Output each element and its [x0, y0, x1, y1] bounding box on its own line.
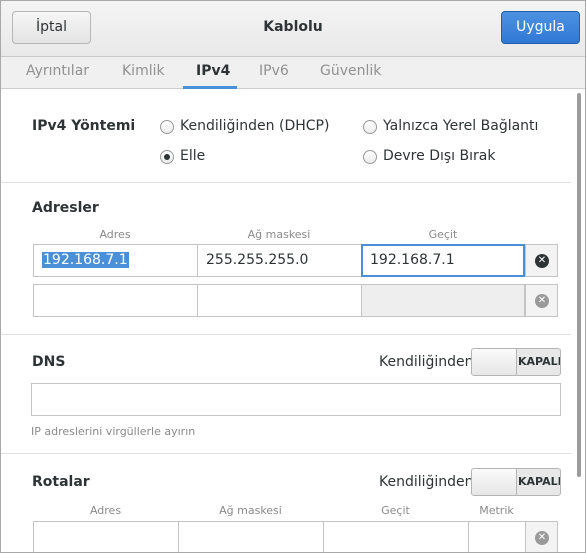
ipv4-method-label: IPv4 Yöntemi [32, 118, 136, 134]
addresses-label: Adresler [32, 200, 99, 216]
section-divider [1, 453, 571, 454]
radio-selected-dot [164, 154, 170, 160]
routes-switch-state: KAPALI [518, 475, 561, 488]
connection-dialog: İptal Kablolu Uygula Ayrıntılar Kimlik I… [0, 0, 586, 553]
dns-servers-input[interactable] [31, 383, 561, 416]
ipv4-settings-panel: IPv4 Yöntemi Kendiliğinden (DHCP) Yalnız… [1, 89, 585, 552]
tab-security[interactable]: Güvenlik [320, 63, 381, 79]
gateway-field-2[interactable] [361, 284, 525, 317]
dialog-title: Kablolu [263, 19, 323, 35]
switch-knob [472, 349, 517, 375]
tab-bar: Ayrıntılar Kimlik IPv4 IPv6 Güvenlik [1, 57, 585, 89]
route-gateway-column-header: Geçit [381, 504, 410, 517]
apply-button[interactable]: Uygula [501, 11, 580, 44]
route-netmask-field[interactable] [178, 521, 324, 552]
radio-manual[interactable] [160, 150, 174, 164]
radio-disabled-label[interactable]: Devre Dışı Bırak [383, 148, 495, 164]
route-netmask-column-header: Ağ maskesi [219, 504, 282, 517]
route-address-column-header: Adres [89, 504, 122, 517]
dns-label: DNS [32, 354, 66, 370]
header-bar: İptal Kablolu Uygula [1, 1, 585, 57]
clear-icon: ✕ [535, 531, 549, 545]
delete-address-2-button[interactable]: ✕ [525, 284, 558, 317]
delete-address-1-button[interactable]: ✕ [525, 244, 558, 277]
netmask-column-header: Ağ maskesi [247, 228, 311, 241]
netmask-field-1[interactable]: 255.255.255.0 [197, 244, 362, 277]
dns-switch-state: KAPALI [518, 355, 561, 368]
address-column-header: Adres [99, 228, 131, 241]
dns-auto-label: Kendiliğinden [379, 354, 474, 370]
address-field-2[interactable] [33, 284, 198, 317]
gateway-field-1[interactable]: 192.168.7.1 [361, 244, 525, 277]
dns-hint: IP adreslerini virgüllerle ayırın [31, 425, 196, 438]
netmask-field-2[interactable] [197, 284, 362, 317]
route-metric-column-header: Metrik [479, 504, 514, 517]
vertical-scrollbar[interactable] [577, 93, 581, 477]
tab-details[interactable]: Ayrıntılar [26, 63, 89, 79]
section-divider [1, 182, 571, 183]
section-divider [1, 334, 571, 335]
tab-ipv4[interactable]: IPv4 [196, 63, 230, 79]
routes-auto-label: Kendiliğinden [379, 474, 474, 490]
radio-dhcp-label[interactable]: Kendiliğinden (DHCP) [180, 118, 329, 134]
radio-dhcp[interactable] [160, 120, 174, 134]
address-field-1-value: 192.168.7.1 [42, 252, 129, 268]
routes-label: Rotalar [32, 474, 90, 490]
radio-disabled[interactable] [363, 150, 377, 164]
route-metric-field[interactable] [468, 521, 526, 552]
delete-route-button[interactable]: ✕ [525, 521, 558, 552]
route-address-field[interactable] [33, 521, 179, 552]
dns-auto-switch[interactable]: KAPALI [471, 348, 561, 376]
clear-icon: ✕ [535, 294, 549, 308]
route-gateway-field[interactable] [323, 521, 469, 552]
radio-manual-label[interactable]: Elle [180, 148, 205, 164]
tab-ipv6[interactable]: IPv6 [259, 63, 289, 79]
clear-icon: ✕ [535, 254, 549, 268]
radio-link-local[interactable] [363, 120, 377, 134]
radio-link-local-label[interactable]: Yalnızca Yerel Bağlantı [383, 118, 538, 134]
switch-knob [472, 469, 517, 495]
address-field-1[interactable]: 192.168.7.1 [33, 244, 198, 277]
routes-auto-switch[interactable]: KAPALI [471, 468, 561, 496]
tab-identity[interactable]: Kimlik [122, 63, 165, 79]
gateway-column-header: Geçit [428, 228, 458, 241]
